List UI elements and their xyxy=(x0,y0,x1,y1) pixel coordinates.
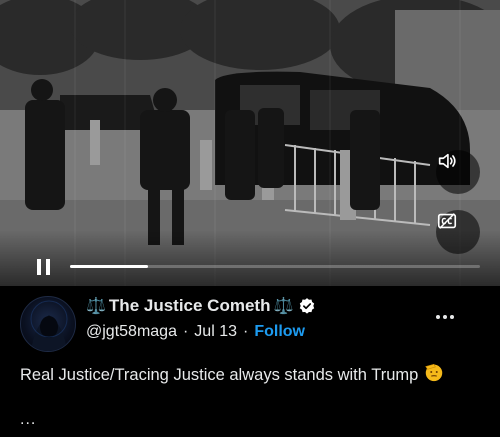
saluting-face-emoji-icon xyxy=(425,363,443,382)
more-dot xyxy=(450,315,454,319)
tweet: ⚖️ The Justice Cometh ⚖️ @jgt58maga · Ju… xyxy=(0,286,500,437)
pause-button[interactable] xyxy=(32,256,54,278)
separator: · xyxy=(182,323,189,340)
captions-button[interactable] xyxy=(436,210,480,254)
volume-button[interactable] xyxy=(436,150,480,194)
tweet-text: Real Justice/Tracing Justice always stan… xyxy=(20,361,460,387)
pause-icon xyxy=(36,259,41,275)
more-options-button[interactable] xyxy=(436,312,458,322)
follow-button[interactable]: Follow xyxy=(254,323,305,341)
author-name-row[interactable]: ⚖️ The Justice Cometh ⚖️ xyxy=(86,296,316,316)
post-date[interactable]: Jul 13 xyxy=(194,323,237,341)
more-dot xyxy=(443,315,447,319)
video-player[interactable] xyxy=(0,0,500,286)
video-frame xyxy=(0,0,500,286)
display-name[interactable]: The Justice Cometh xyxy=(109,296,271,316)
volume-icon xyxy=(438,153,456,169)
truncation-ellipsis: ... xyxy=(20,411,37,428)
tweet-body: Real Justice/Tracing Justice always stan… xyxy=(20,366,419,384)
more-dots-icon xyxy=(436,315,440,319)
verified-badge-icon xyxy=(300,298,315,314)
handle[interactable]: @jgt58maga xyxy=(86,323,177,341)
separator: · xyxy=(243,323,249,340)
pause-icon-bar xyxy=(45,259,50,275)
scales-emoji: ⚖️ xyxy=(273,298,294,315)
closed-captions-icon xyxy=(437,213,457,229)
scales-emoji: ⚖️ xyxy=(86,298,106,315)
hooded-figure-avatar-image xyxy=(30,300,68,351)
avatar[interactable] xyxy=(20,296,76,352)
handle-row: @jgt58maga · Jul 13 · Follow xyxy=(86,323,305,341)
video-progress-bar[interactable] xyxy=(70,265,480,268)
video-progress-fill xyxy=(70,265,148,268)
